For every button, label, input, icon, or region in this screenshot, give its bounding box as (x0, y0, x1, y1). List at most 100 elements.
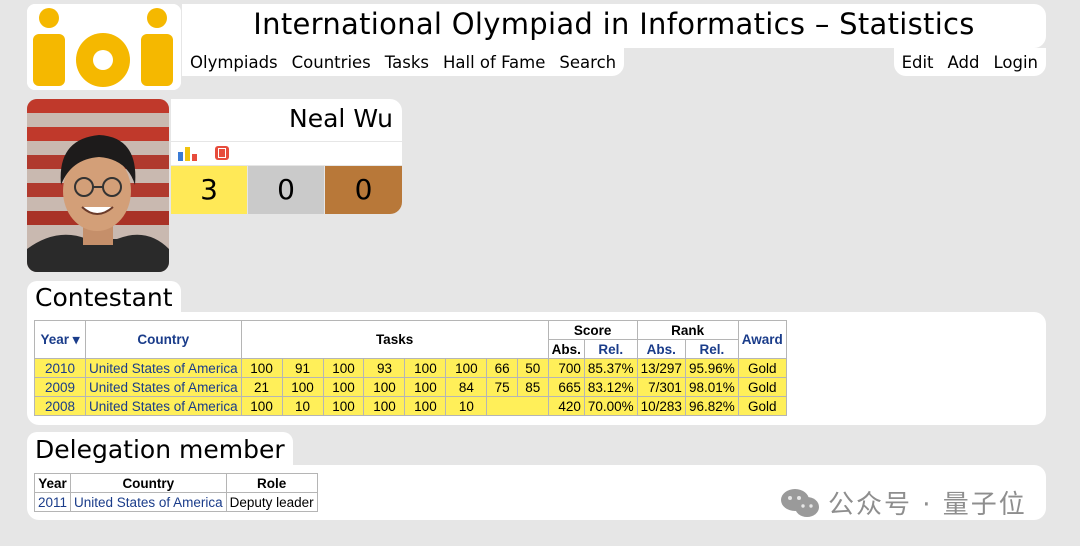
delegation-section-title: Delegation member (27, 432, 293, 466)
rank-rel-label[interactable]: Rel. (699, 342, 724, 357)
country-header[interactable]: Country (85, 320, 242, 359)
task-score: 100 (240, 396, 283, 416)
country-link[interactable]: United States of America (89, 399, 238, 414)
year-link[interactable]: 2010 (45, 361, 75, 376)
task-score: 100 (404, 358, 447, 378)
nav-hall-of-fame[interactable]: Hall of Fame (443, 53, 545, 72)
score-abs-header: Abs. (547, 339, 585, 359)
table-row: 2011 United States of America Deputy lea… (33, 492, 318, 512)
country-cell[interactable]: United States of America (85, 358, 242, 378)
year-cell[interactable]: 2008 (34, 396, 86, 416)
task-score: 66 (486, 358, 518, 378)
year-link[interactable]: 2009 (45, 380, 75, 395)
award-cell: Gold (737, 396, 787, 416)
award-header-label[interactable]: Award (742, 332, 783, 347)
wechat-icon (781, 488, 819, 517)
table-row: 2008 United States of America 100 10 100… (34, 396, 787, 416)
nav-login[interactable]: Login (993, 53, 1038, 72)
logo-graphic (27, 4, 181, 90)
rank-header: Rank (636, 320, 739, 340)
gold-medal-count: 3 (171, 166, 247, 214)
nav-olympiads[interactable]: Olympiads (190, 53, 278, 72)
award-cell: Gold (737, 358, 787, 378)
flag-icon[interactable] (214, 145, 230, 165)
year-sort-label[interactable]: Year ▾ (40, 332, 79, 347)
task-score: 93 (363, 358, 406, 378)
country-link[interactable]: United States of America (89, 361, 238, 376)
task-score: 100 (322, 377, 365, 397)
deleg-country-link[interactable]: United States of America (74, 495, 223, 510)
rank-abs-header[interactable]: Abs. (636, 339, 686, 359)
score-rel-header[interactable]: Rel. (583, 339, 638, 359)
deleg-role-cell: Deputy leader (225, 492, 318, 512)
year-cell[interactable]: 2010 (34, 358, 86, 378)
page-title: International Olympiad in Informatics – … (253, 7, 975, 41)
rank-abs: 13/297 (636, 358, 686, 378)
chart-icon[interactable] (178, 146, 200, 165)
rank-abs: 10/283 (636, 396, 686, 416)
deleg-year-header: Year (33, 473, 72, 493)
nav-countries[interactable]: Countries (292, 53, 371, 72)
ioi-logo[interactable] (27, 4, 181, 90)
score-abs: 420 (547, 396, 585, 416)
award-cell: Gold (737, 377, 787, 397)
task-score: 100 (322, 396, 365, 416)
country-cell[interactable]: United States of America (85, 396, 242, 416)
nav-search[interactable]: Search (559, 53, 616, 72)
user-nav: Edit Add Login (893, 48, 1046, 76)
task-score: 100 (322, 358, 365, 378)
task-score: 50 (516, 358, 549, 378)
deleg-role-header: Role (225, 473, 318, 493)
score-rel: 70.00% (583, 396, 638, 416)
main-nav: Olympiads Countries Tasks Hall of Fame S… (182, 48, 625, 76)
score-header: Score (547, 320, 638, 340)
country-cell[interactable]: United States of America (85, 377, 242, 397)
deleg-country-cell[interactable]: United States of America (70, 492, 227, 512)
task-score: 100 (281, 377, 324, 397)
task-score: 75 (486, 377, 518, 397)
rank-abs-label[interactable]: Abs. (647, 342, 676, 357)
score-abs: 665 (547, 377, 585, 397)
task-score: 100 (404, 377, 447, 397)
nav-tasks[interactable]: Tasks (385, 53, 429, 72)
rank-rel: 95.96% (684, 358, 739, 378)
score-rel: 83.12% (583, 377, 638, 397)
contestant-section-title: Contestant (27, 281, 181, 313)
task-score-empty (486, 396, 549, 416)
nav-edit[interactable]: Edit (902, 53, 934, 72)
task-score: 84 (445, 377, 488, 397)
score-rel: 85.37% (583, 358, 638, 378)
deleg-year-cell[interactable]: 2011 (33, 492, 72, 512)
title-bar: International Olympiad in Informatics – … (182, 4, 1046, 48)
contestant-table: Year ▾ Country Tasks Score Rank Award Ab… (34, 320, 787, 416)
name-panel: Neal Wu (171, 99, 402, 141)
profile-photo (27, 99, 169, 272)
rank-rel: 98.01% (684, 377, 739, 397)
task-score: 21 (240, 377, 283, 397)
country-link[interactable]: United States of America (89, 380, 238, 395)
score-rel-label[interactable]: Rel. (598, 342, 623, 357)
table-row: 2010 United States of America 100 91 100… (34, 358, 787, 378)
bronze-medal-count: 0 (325, 166, 402, 214)
profile-icons (171, 142, 402, 165)
watermark: 公众号 · 量子位 (780, 484, 1027, 521)
year-header[interactable]: Year ▾ (34, 320, 86, 359)
silver-medal-count: 0 (248, 166, 324, 214)
task-score: 100 (240, 358, 283, 378)
rank-rel-header[interactable]: Rel. (684, 339, 739, 359)
award-header[interactable]: Award (737, 320, 787, 359)
table-row: 2009 United States of America 21 100 100… (34, 377, 787, 397)
score-abs: 700 (547, 358, 585, 378)
rank-rel: 96.82% (684, 396, 739, 416)
rank-abs: 7/301 (636, 377, 686, 397)
year-link[interactable]: 2008 (45, 399, 75, 414)
year-cell[interactable]: 2009 (34, 377, 86, 397)
task-score: 10 (281, 396, 324, 416)
task-score: 100 (363, 396, 406, 416)
country-header-label[interactable]: Country (137, 332, 189, 347)
task-score: 85 (516, 377, 549, 397)
task-score: 10 (445, 396, 488, 416)
nav-add[interactable]: Add (948, 53, 980, 72)
watermark-text: 公众号 · 量子位 (828, 490, 1027, 520)
deleg-year-link[interactable]: 2011 (38, 495, 67, 510)
